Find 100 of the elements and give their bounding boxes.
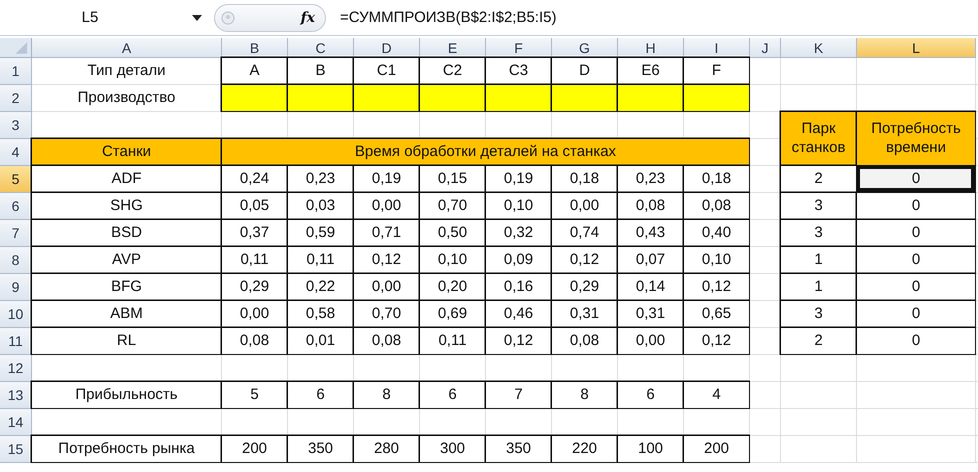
column-header[interactable]: K xyxy=(781,38,857,58)
row-header[interactable]: 15 xyxy=(0,436,32,463)
column-header[interactable]: L xyxy=(857,38,976,58)
table-cell: 280 xyxy=(354,436,420,463)
table-cell: 200 xyxy=(684,436,750,463)
table-cell: 6 xyxy=(618,382,684,409)
row-label: Тип детали xyxy=(32,58,222,85)
column-header[interactable]: F xyxy=(486,38,552,58)
column-header[interactable]: D xyxy=(354,38,420,58)
table-cell: 0,58 xyxy=(288,301,354,328)
name-box[interactable]: L5 xyxy=(0,9,150,26)
table-cell: Прибыльность xyxy=(32,382,222,409)
table-cell: 0,18 xyxy=(684,166,750,193)
row-header[interactable]: 10 xyxy=(0,301,32,328)
column-header[interactable]: H xyxy=(618,38,684,58)
table-cell: 0,00 xyxy=(354,274,420,301)
table-cell: 0,12 xyxy=(684,328,750,355)
table-cell: BSD xyxy=(32,220,222,247)
input-cell xyxy=(618,85,684,112)
column-header[interactable]: C xyxy=(288,38,354,58)
table-cell: 350 xyxy=(288,436,354,463)
table-cell: 0,70 xyxy=(420,193,486,220)
column-header[interactable]: B xyxy=(222,38,288,58)
table-cell: 2 xyxy=(781,328,857,355)
row-header[interactable]: 1 xyxy=(0,58,32,85)
table-cell: 350 xyxy=(486,436,552,463)
formula-field[interactable]: =СУММПРОИЗВ(B$2:I$2;B5:I5) xyxy=(340,9,556,26)
table-cell: 0,09 xyxy=(486,247,552,274)
table-cell: 220 xyxy=(552,436,618,463)
row-header[interactable]: 13 xyxy=(0,382,32,409)
input-cell xyxy=(354,85,420,112)
table-cell: 200 xyxy=(222,436,288,463)
table-cell: 0,00 xyxy=(552,193,618,220)
table-cell: 0,00 xyxy=(618,328,684,355)
row-header[interactable]: 8 xyxy=(0,247,32,274)
table-cell: 8 xyxy=(354,382,420,409)
table-cell: Потребность рынка xyxy=(32,436,222,463)
table-cell: 6 xyxy=(288,382,354,409)
input-cell xyxy=(684,85,750,112)
table-cell: 0,11 xyxy=(222,247,288,274)
row-header[interactable]: 14 xyxy=(0,409,32,436)
row-header[interactable]: 7 xyxy=(0,220,32,247)
column-header[interactable]: E xyxy=(420,38,486,58)
table-cell: 0,50 xyxy=(420,220,486,247)
table-cell: 8 xyxy=(552,382,618,409)
row-header[interactable]: 4 xyxy=(0,139,32,166)
table-cell: ABM xyxy=(32,301,222,328)
table-cell: ADF xyxy=(32,166,222,193)
table-cell: 0,07 xyxy=(618,247,684,274)
column-header[interactable]: A xyxy=(32,38,222,58)
table-cell: 0,15 xyxy=(420,166,486,193)
table-cell: 0,40 xyxy=(684,220,750,247)
row-header[interactable]: 12 xyxy=(0,355,32,382)
table-cell: 0,22 xyxy=(288,274,354,301)
header-cell: Станки xyxy=(32,139,222,166)
table-cell: 0,23 xyxy=(288,166,354,193)
table-cell: 0,10 xyxy=(420,247,486,274)
table-cell: 0,11 xyxy=(420,328,486,355)
insert-function-button[interactable]: fx xyxy=(296,8,319,28)
column-header[interactable]: J xyxy=(750,38,781,58)
table-cell: 0,08 xyxy=(684,193,750,220)
table-cell: 0,37 xyxy=(222,220,288,247)
table-cell: 5 xyxy=(222,382,288,409)
column-header[interactable]: G xyxy=(552,38,618,58)
table-cell: AVP xyxy=(32,247,222,274)
header-cell: Время обработки деталей на станках xyxy=(222,139,750,166)
table-cell: 0,31 xyxy=(618,301,684,328)
table-cell: 0,12 xyxy=(486,328,552,355)
dropdown-caret-icon[interactable] xyxy=(192,14,202,20)
row-header[interactable]: 3 xyxy=(0,112,32,139)
table-cell: 0,74 xyxy=(552,220,618,247)
table-cell: BFG xyxy=(32,274,222,301)
row-header[interactable]: 11 xyxy=(0,328,32,355)
table-cell: 1 xyxy=(781,247,857,274)
table-cell: 300 xyxy=(420,436,486,463)
table-cell: 0,08 xyxy=(222,328,288,355)
table-cell: 0,08 xyxy=(552,328,618,355)
table-cell: 0,00 xyxy=(222,301,288,328)
table-cell: 0,32 xyxy=(486,220,552,247)
table-cell: 0,11 xyxy=(288,247,354,274)
input-cell xyxy=(552,85,618,112)
table-cell: 0,19 xyxy=(354,166,420,193)
table-cell: 0,29 xyxy=(552,274,618,301)
header-cell: Парк станков xyxy=(781,112,857,166)
resize-handle-icon[interactable] xyxy=(221,10,235,24)
table-cell: 2 xyxy=(781,166,857,193)
row-header[interactable]: 2 xyxy=(0,85,32,112)
table-cell: 3 xyxy=(781,220,857,247)
table-cell: 4 xyxy=(684,382,750,409)
row-header[interactable]: 5 xyxy=(0,166,32,193)
table-cell: 0,24 xyxy=(222,166,288,193)
table-cell: 0 xyxy=(857,193,976,220)
table-cell: 0,43 xyxy=(618,220,684,247)
column-header[interactable]: I xyxy=(684,38,750,58)
table-cell: 0,12 xyxy=(552,247,618,274)
table-cell: 0,18 xyxy=(552,166,618,193)
row-header[interactable]: 6 xyxy=(0,193,32,220)
select-all-icon[interactable] xyxy=(0,38,32,58)
row-header[interactable]: 9 xyxy=(0,274,32,301)
table-cell: 0 xyxy=(857,301,976,328)
